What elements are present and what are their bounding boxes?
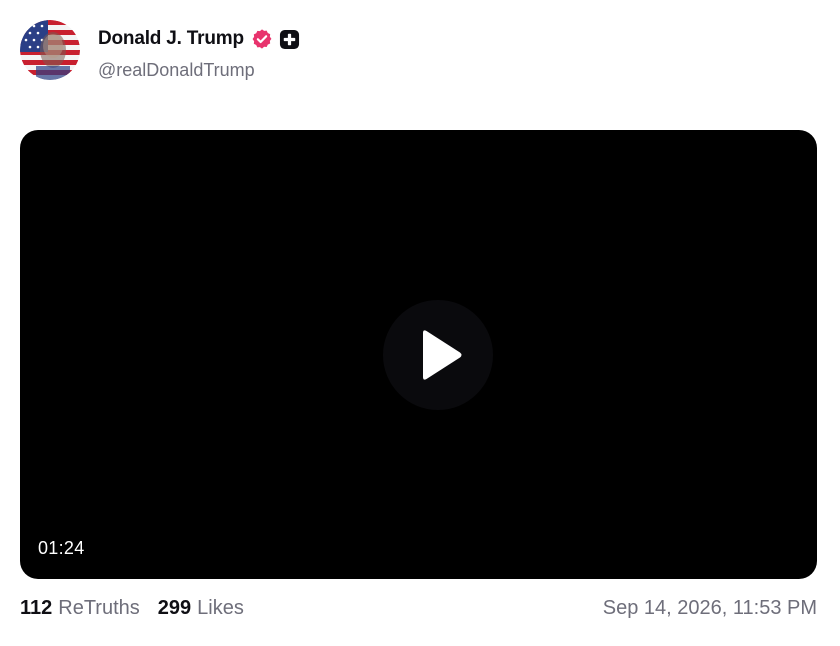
play-icon bbox=[423, 330, 462, 380]
display-name[interactable]: Donald J. Trump bbox=[98, 28, 244, 50]
retruths-count: 112 bbox=[20, 596, 53, 619]
retruths-stat[interactable]: 112 ReTruths bbox=[20, 597, 140, 620]
name-row: Donald J. Trump bbox=[98, 26, 300, 52]
likes-stat[interactable]: 299 Likes bbox=[158, 597, 244, 620]
play-button[interactable] bbox=[383, 300, 493, 410]
video-player[interactable]: 01:24 bbox=[20, 130, 817, 579]
avatar[interactable] bbox=[20, 20, 80, 80]
video-duration: 01:24 bbox=[38, 538, 85, 558]
verified-badge-icon bbox=[252, 29, 272, 49]
author-info: Donald J. Trump @realDonaldTrump bbox=[98, 26, 300, 81]
likes-label: Likes bbox=[197, 596, 244, 619]
likes-count: 299 bbox=[157, 596, 192, 619]
post-footer: 112 ReTruths 299 Likes Sep 14, 2026, 11:… bbox=[20, 594, 817, 622]
user-handle[interactable]: @realDonaldTrump bbox=[98, 60, 300, 81]
plus-badge-icon bbox=[279, 29, 299, 49]
retruths-label: ReTruths bbox=[58, 596, 140, 619]
post-timestamp[interactable]: Sep 14, 2026, 11:53 PM bbox=[603, 597, 817, 620]
post-card: Donald J. Trump @realDonaldTrump 01:24 1… bbox=[0, 0, 840, 646]
post-header: Donald J. Trump @realDonaldTrump bbox=[20, 20, 300, 81]
